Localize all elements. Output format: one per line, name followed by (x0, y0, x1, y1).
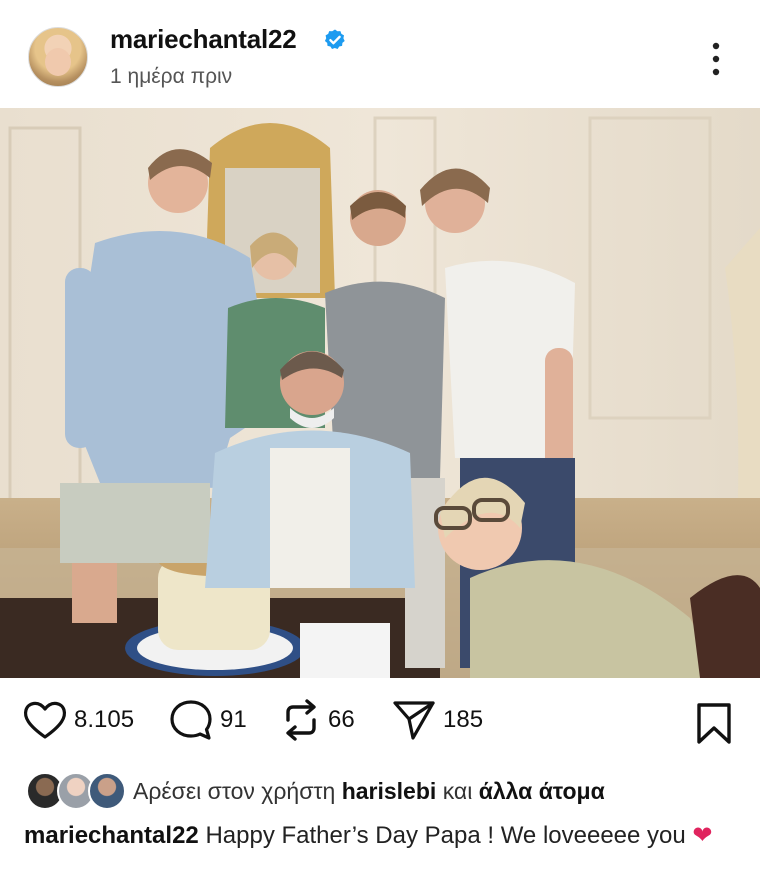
share-count: 185 (443, 706, 484, 733)
post-photo[interactable] (0, 108, 760, 678)
verified-badge-icon (324, 29, 345, 49)
repost-count: 66 (328, 706, 355, 733)
liker-avatar (88, 772, 126, 810)
bookmark-icon[interactable] (695, 702, 733, 746)
liked-by-user[interactable]: harislebi (342, 778, 437, 804)
action-bar: 8.105 91 66 185 (0, 690, 760, 754)
liked-by-others[interactable]: άλλα άτομα (479, 778, 605, 804)
caption-text: Happy Father’s Day Papa ! We loveeeee yo… (205, 822, 686, 849)
like-action[interactable]: 8.105 (22, 698, 134, 742)
family-photo (0, 108, 760, 678)
heart-icon[interactable] (22, 700, 68, 740)
repost-action[interactable]: 66 (280, 698, 355, 742)
liked-by-text: Αρέσει στον χρήστη harislebi και άλλα άτ… (133, 778, 605, 805)
comment-icon[interactable] (168, 698, 214, 742)
post-caption: mariechantal22 Happy Father’s Day Papa !… (24, 818, 734, 854)
caption-username[interactable]: mariechantal22 (24, 822, 199, 849)
liked-by-connector: και (442, 778, 473, 804)
share-action[interactable]: 185 (391, 698, 483, 742)
repost-icon[interactable] (280, 698, 322, 742)
liked-by-row[interactable]: Αρέσει στον χρήστη harislebi και άλλα άτ… (0, 768, 760, 814)
share-icon[interactable] (391, 698, 437, 742)
like-count: 8.105 (74, 706, 135, 733)
liked-by-prefix: Αρέσει στον χρήστη (133, 778, 336, 804)
more-options-icon[interactable] (704, 40, 728, 78)
comment-count: 91 (220, 706, 247, 733)
comment-action[interactable]: 91 (168, 698, 247, 742)
heart-emoji: ❤ (692, 822, 713, 849)
post-header: mariechantal22 1 ημέρα πριν (0, 0, 760, 108)
post-time: 1 ημέρα πριν (110, 65, 233, 88)
author-avatar[interactable] (28, 27, 88, 87)
author-username[interactable]: mariechantal22 (110, 24, 297, 55)
